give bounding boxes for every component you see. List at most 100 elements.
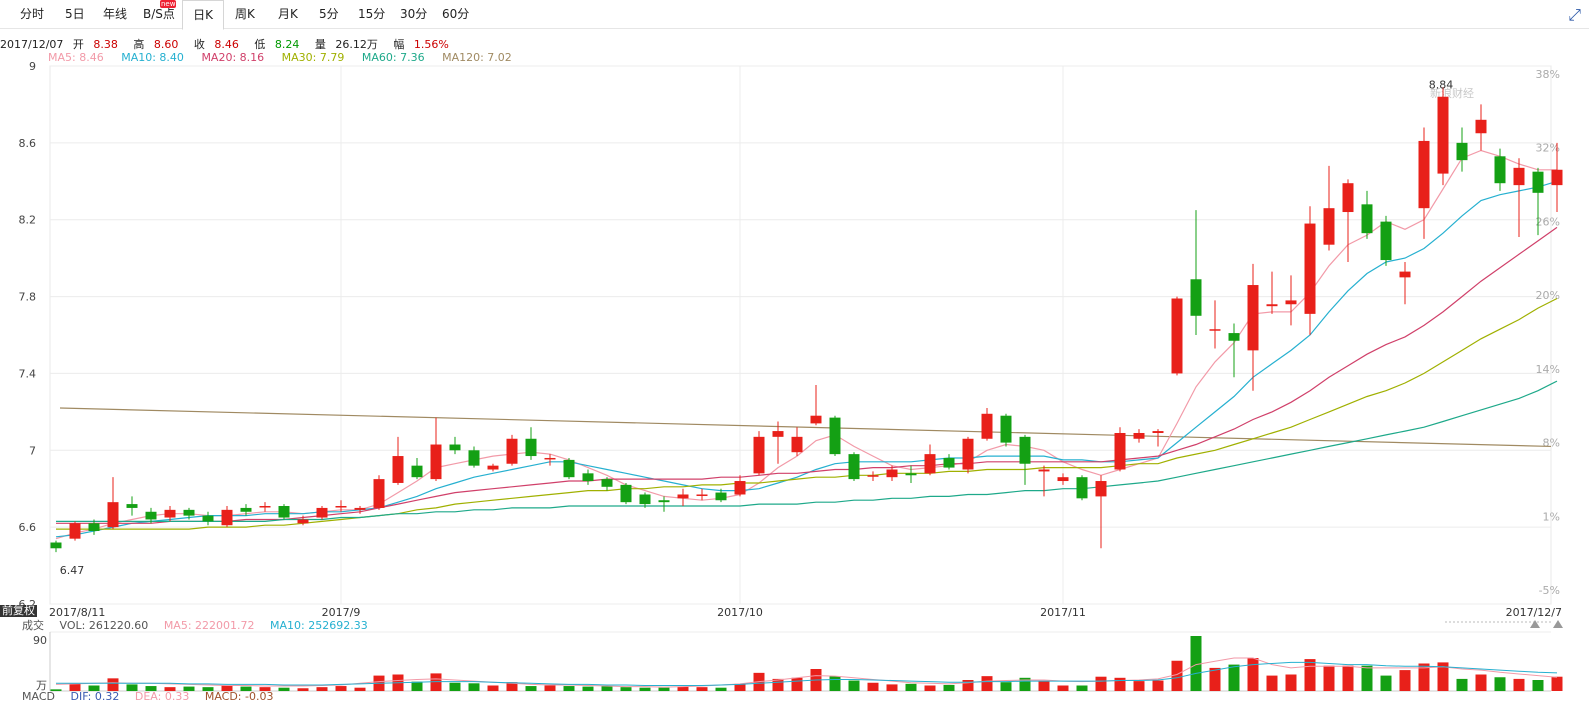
- volume-bar: [525, 686, 537, 691]
- candle-body: [316, 507, 328, 518]
- pct-tick-label: 1%: [1543, 510, 1560, 523]
- volume-bar: [1038, 681, 1050, 691]
- candle-body: [449, 444, 461, 451]
- volume-bar: [1304, 659, 1316, 691]
- candle-body: [582, 473, 594, 482]
- volume-tick-label: 90: [33, 634, 47, 647]
- ma20-line: [56, 226, 1558, 524]
- price-annotation: 8.84: [1429, 79, 1454, 92]
- volume-bar: [1000, 682, 1012, 691]
- candle-body: [924, 454, 936, 474]
- candle-body: [1095, 481, 1107, 497]
- candle-body: [905, 473, 917, 476]
- candle-body: [506, 438, 518, 464]
- candle-body: [1532, 171, 1544, 193]
- volume-bar: [658, 687, 670, 691]
- y-tick-label: 8.6: [19, 137, 37, 150]
- candle-body: [430, 444, 442, 480]
- candle-body: [563, 459, 575, 478]
- volume-bar: [335, 686, 347, 691]
- candle-body: [677, 494, 689, 499]
- candle-body: [715, 492, 727, 501]
- volume-bar: [1076, 685, 1088, 691]
- candle-body: [468, 450, 480, 466]
- pct-tick-label: 14%: [1536, 363, 1560, 376]
- candle-body: [1513, 167, 1525, 186]
- candle-body: [1000, 415, 1012, 443]
- volume-bar: [981, 676, 993, 691]
- candle-body: [69, 523, 81, 539]
- macd-dea: DEA: 0.33: [134, 690, 190, 703]
- y-tick-label: 8.2: [19, 214, 37, 227]
- candle-body: [373, 479, 385, 508]
- volume-bar: [487, 685, 499, 691]
- price-annotation: 6.47: [60, 564, 85, 577]
- candle-body: [544, 457, 556, 460]
- volume-bar: [867, 682, 879, 691]
- volume-bar: [1475, 674, 1487, 691]
- macd-value: MACD: -0.03: [204, 690, 274, 703]
- candle-body: [354, 507, 366, 510]
- candle-body: [696, 494, 708, 496]
- volume-bar: [1266, 675, 1278, 691]
- candle-body: [1342, 183, 1354, 213]
- candle-body: [1057, 477, 1069, 482]
- macd-title: MACD: [22, 690, 55, 703]
- volume-bar: [354, 687, 366, 691]
- y-tick-label: 7.8: [19, 291, 37, 304]
- candle-body: [126, 504, 138, 508]
- kline-chart[interactable]: 6.26.677.47.88.28.6938%32%26%20%14%8%1%-…: [0, 0, 1589, 713]
- candle-body: [297, 519, 309, 524]
- ma60-line: [56, 380, 1558, 523]
- volume-bar: [1456, 678, 1468, 691]
- candle-body: [1266, 304, 1278, 307]
- volume-bar: [620, 687, 632, 691]
- volume-bar: [449, 682, 461, 691]
- candle-body: [202, 515, 214, 522]
- candle-body: [1171, 298, 1183, 374]
- fuquan-label[interactable]: 前复权: [0, 605, 37, 617]
- candle-body: [1209, 329, 1221, 331]
- candle-body: [392, 456, 404, 483]
- candle-body: [487, 465, 499, 470]
- candle-body: [221, 509, 233, 526]
- volume-bar: [639, 687, 651, 691]
- candle-body: [259, 506, 271, 508]
- candle-body: [88, 523, 100, 531]
- volume-bar: [848, 680, 860, 691]
- volume-bar: [1057, 685, 1069, 691]
- y-tick-label: 7: [29, 444, 36, 457]
- candle-body: [1133, 432, 1145, 439]
- candle-body: [962, 438, 974, 470]
- candle-body: [601, 479, 613, 487]
- candle-body: [772, 431, 784, 437]
- candle-body: [1437, 96, 1449, 174]
- candle-body: [1038, 469, 1050, 472]
- y-tick-label: 7.4: [19, 367, 37, 380]
- volume-bar: [1152, 680, 1164, 691]
- volume-bar: [1551, 676, 1563, 691]
- plot-frame: [49, 65, 1552, 605]
- volume-bar: [1494, 677, 1506, 691]
- y-tick-label: 9: [29, 60, 36, 73]
- candle-body: [1418, 140, 1430, 209]
- candle-body: [1361, 204, 1373, 234]
- candle-body: [658, 500, 670, 503]
- candle-body: [791, 436, 803, 453]
- vol-ma10: MA10: 252692.33: [270, 619, 368, 632]
- volume-bar: [563, 686, 575, 691]
- volume-bar: [943, 684, 955, 691]
- volume-bar: [677, 686, 689, 691]
- candle-body: [1494, 156, 1506, 184]
- candle-body: [1456, 142, 1468, 161]
- candle-body: [1323, 208, 1335, 245]
- candle-body: [1399, 271, 1411, 278]
- x-tick-label: 2017/12/7: [1506, 606, 1562, 619]
- volume-bar: [696, 687, 708, 691]
- x-tick-label: 2017/10: [717, 606, 763, 619]
- candle-body: [734, 481, 746, 495]
- volume-bar: [1209, 667, 1221, 691]
- macd-dif: DIF: 0.32: [70, 690, 120, 703]
- volume-bar: [1399, 670, 1411, 691]
- range-slider-handle-icon: [1553, 620, 1563, 628]
